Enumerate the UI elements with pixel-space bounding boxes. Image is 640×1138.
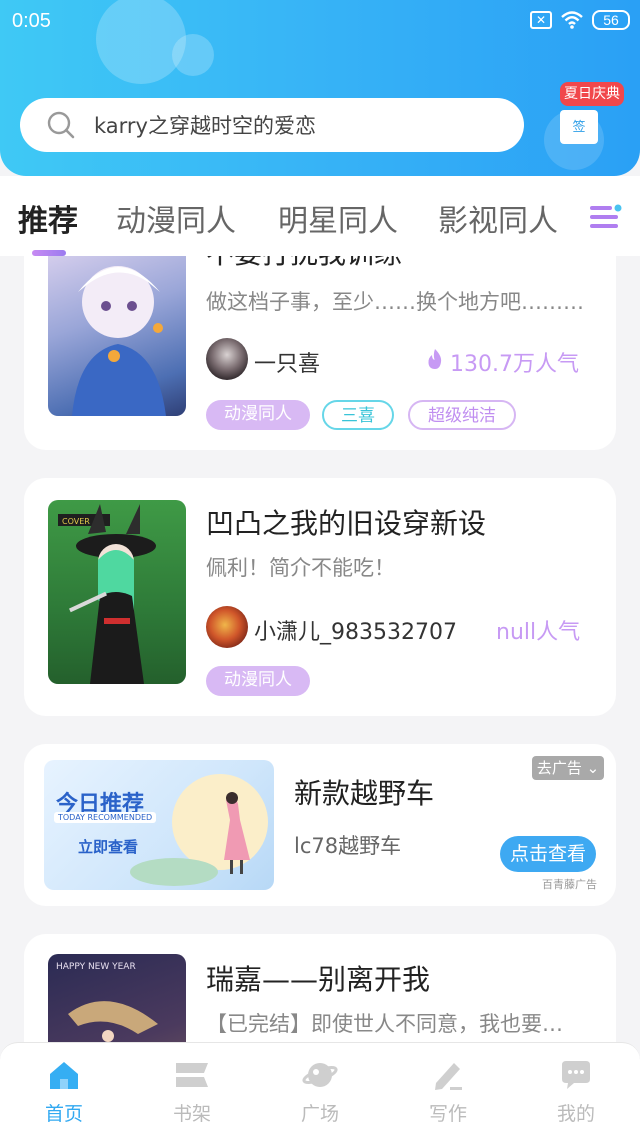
tag-chip[interactable]: 三喜 xyxy=(322,400,394,430)
ad-view-button[interactable]: 点击查看 xyxy=(500,836,596,872)
tab-recommend[interactable]: 推荐 xyxy=(18,196,78,240)
planet-icon xyxy=(302,1063,338,1087)
author-name[interactable]: 一只喜 xyxy=(254,346,320,378)
promo-badge: 夏日庆典 xyxy=(560,82,624,106)
book-title[interactable]: 瑞嘉——别离开我 xyxy=(206,958,430,998)
status-icons: ✕ 56 xyxy=(530,10,630,30)
bookshelf-icon xyxy=(176,1063,208,1087)
search-input[interactable]: karry之穿越时空的爱恋 xyxy=(94,110,316,140)
ad-banner-subtitle: TODAY RECOMMENDED xyxy=(54,812,157,823)
tab-film-fanfic[interactable]: 影视同人 xyxy=(438,196,558,240)
book-card[interactable]: HAPPY NEW YEAR 瑞嘉——别离开我 【已完结】即使世人不同意，我也要… xyxy=(24,934,616,1042)
avatar[interactable] xyxy=(206,338,248,380)
tag-chip[interactable]: 超级纯洁 xyxy=(408,400,516,430)
nav-label: 广场 xyxy=(300,1103,339,1125)
search-icon xyxy=(47,111,75,139)
avatar[interactable] xyxy=(206,606,248,648)
ad-banner[interactable]: 今日推荐 TODAY RECOMMENDED 立即查看 xyxy=(44,760,274,890)
book-cover: HAPPY NEW YEAR xyxy=(48,954,186,1042)
book-title[interactable]: 不要打扰我训练 xyxy=(206,256,402,272)
nav-label: 我的 xyxy=(556,1103,595,1125)
menu-icon[interactable] xyxy=(588,202,624,232)
book-feed[interactable]: 不要打扰我训练 做这档子事，至少……换个地方吧……… 一只喜 130.7万人气 … xyxy=(0,256,640,1042)
status-time: 0:05 xyxy=(12,10,51,32)
nav-mine[interactable]: 我的 xyxy=(512,1043,640,1138)
pen-icon xyxy=(435,1063,462,1090)
author-name[interactable]: 小潇儿_983532707 xyxy=(254,614,457,646)
gift-icon[interactable]: 签 xyxy=(560,110,598,144)
status-bar: 0:05 ✕ 56 xyxy=(0,0,640,44)
book-description: 佩利！简介不能吃！ xyxy=(206,556,395,580)
battery-level: 56 xyxy=(592,10,630,30)
remove-ad-button[interactable]: 去广告 ⌄ xyxy=(532,756,604,780)
svg-text:COVER: COVER xyxy=(62,517,90,526)
book-card[interactable]: COVER 凹凸之我的旧设穿新设 佩利！简介不能吃！ 小潇儿_983532707… xyxy=(24,478,616,716)
nav-square[interactable]: 广场 xyxy=(256,1043,384,1138)
tag-chip[interactable]: 动漫同人 xyxy=(206,666,310,696)
chat-icon xyxy=(562,1061,590,1089)
nav-label: 书架 xyxy=(172,1103,211,1125)
tag-chip[interactable]: 动漫同人 xyxy=(206,400,310,430)
ad-subtitle: lc78越野车 xyxy=(294,834,402,858)
flame-icon xyxy=(428,349,442,369)
book-description: 【已完结】即使世人不同意，我也要… xyxy=(206,1012,563,1036)
tab-celebrity-fanfic[interactable]: 明星同人 xyxy=(278,196,398,240)
nav-write[interactable]: 写作 xyxy=(384,1043,512,1138)
book-title[interactable]: 凹凸之我的旧设穿新设 xyxy=(206,502,486,542)
sim-off-icon: ✕ xyxy=(530,11,552,29)
book-card[interactable]: 不要打扰我训练 做这档子事，至少……换个地方吧……… 一只喜 130.7万人气 … xyxy=(24,256,616,450)
ad-card[interactable]: 今日推荐 TODAY RECOMMENDED 立即查看 新款越野车 lc78越野… xyxy=(24,744,616,906)
nav-home[interactable]: 首页 xyxy=(0,1043,128,1138)
nav-label: 写作 xyxy=(428,1103,467,1125)
bottom-nav: 首页 书架 广场 写作 我的 xyxy=(0,1042,640,1138)
sign-label: 签 xyxy=(572,120,586,135)
nav-label: 首页 xyxy=(44,1103,83,1125)
ad-source: 百青藤广告 xyxy=(542,878,597,891)
search-bar[interactable]: karry之穿越时空的爱恋 xyxy=(20,98,524,152)
ad-title[interactable]: 新款越野车 xyxy=(294,772,434,812)
ad-banner-cta: 立即查看 xyxy=(78,838,139,856)
popularity-count: 130.7万人气 xyxy=(450,352,579,377)
book-cover xyxy=(48,256,186,416)
popularity-count: null人气 xyxy=(496,620,581,645)
book-cover: COVER xyxy=(48,500,186,684)
home-icon xyxy=(50,1062,78,1089)
book-description: 做这档子事，至少……换个地方吧……… xyxy=(206,290,584,314)
wifi-icon xyxy=(561,11,583,29)
tab-anime-fanfic[interactable]: 动漫同人 xyxy=(116,196,236,240)
nav-bookshelf[interactable]: 书架 xyxy=(128,1043,256,1138)
header: 0:05 ✕ 56 karry之穿越时空的爱恋 夏日庆典 签 xyxy=(0,0,640,176)
remove-ad-label: 去广告 xyxy=(536,759,582,777)
